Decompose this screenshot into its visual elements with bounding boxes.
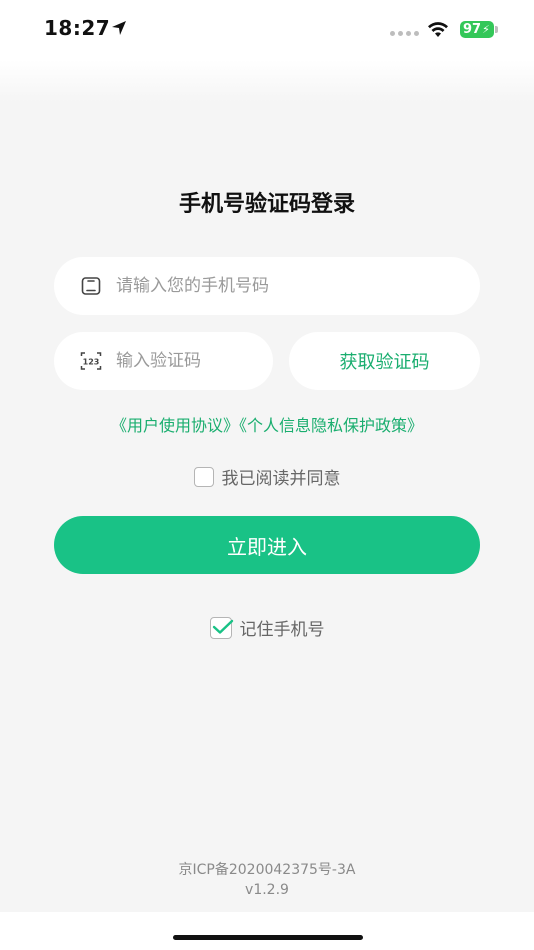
svg-text:123: 123 <box>83 358 100 367</box>
enter-button[interactable]: 立即进入 <box>54 516 480 574</box>
battery-charging-icon: 97 ⚡ <box>460 21 494 38</box>
remember-checkbox[interactable] <box>209 616 233 639</box>
agreement-links: 《用户使用协议》《个人信息隐私保护政策》 <box>0 412 534 436</box>
footer: 京ICP备2020042375号-3A v1.2.9 <box>0 860 534 900</box>
privacy-policy-link[interactable]: 《个人信息隐私保护政策》 <box>239 416 423 435</box>
signal-dots-icon <box>390 31 419 36</box>
bottom-bar <box>0 912 534 950</box>
user-agreement-link[interactable]: 《用户使用协议》 <box>111 416 239 435</box>
code-icon: 123 <box>80 350 102 372</box>
version-text: v1.2.9 <box>245 882 289 898</box>
agree-checkbox[interactable] <box>193 466 214 487</box>
phone-icon <box>80 275 102 297</box>
home-indicator <box>173 935 363 940</box>
phone-field[interactable] <box>54 257 480 315</box>
battery-level: 97 <box>463 22 482 37</box>
wifi-icon <box>428 22 448 37</box>
status-time: 18:27 <box>44 16 111 40</box>
agree-row: 我已阅读并同意 <box>0 464 534 489</box>
agree-label: 我已阅读并同意 <box>221 469 341 489</box>
icp-text: 京ICP备2020042375号-3A <box>178 862 356 878</box>
get-code-button[interactable]: 获取验证码 <box>289 332 480 390</box>
page-title: 手机号验证码登录 <box>178 192 355 217</box>
checkmark-icon <box>212 619 233 634</box>
location-arrow-icon <box>112 21 126 35</box>
header-band <box>0 60 534 102</box>
phone-input[interactable] <box>116 276 416 296</box>
code-field[interactable]: 123 <box>54 332 273 390</box>
remember-row: 记住手机号 <box>0 615 534 640</box>
battery-tip <box>495 26 498 33</box>
remember-label: 记住手机号 <box>239 620 325 640</box>
code-input[interactable] <box>116 351 256 371</box>
